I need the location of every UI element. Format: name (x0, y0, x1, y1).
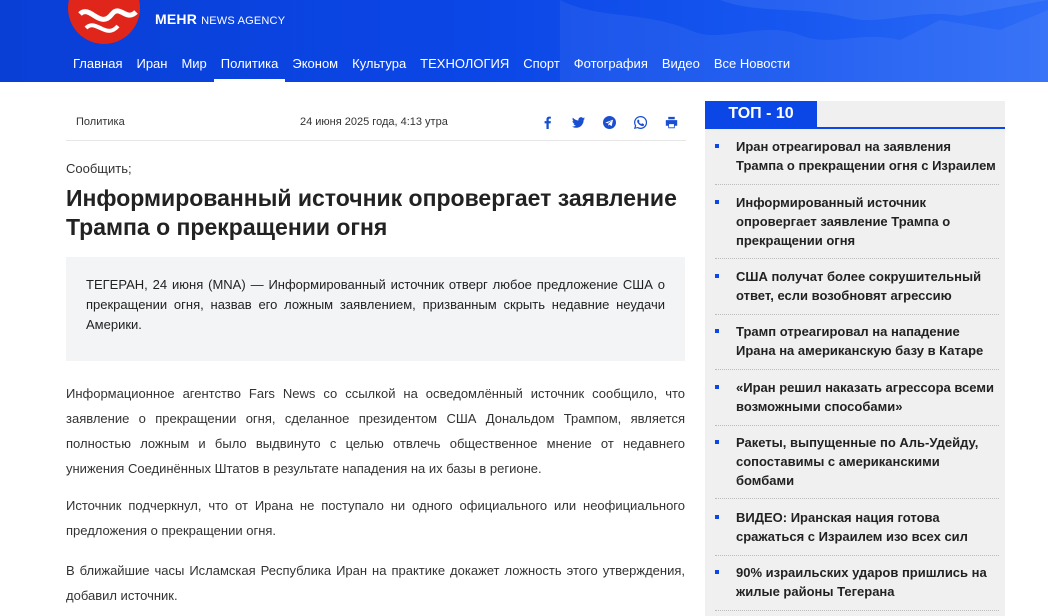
share-bar (532, 112, 687, 132)
list-item-title[interactable]: Иран отреагировал на заявления Трампа о … (736, 137, 999, 175)
article-lead: ТЕГЕРАН, 24 июня (MNA) — Информированный… (66, 257, 685, 361)
list-item-title[interactable]: ВИДЕО: Иранская нация готова сражаться с… (736, 508, 999, 546)
top-10-badge: ТОП - 10 (705, 101, 817, 127)
article-paragraph: В ближайшие часы Исламская Республика Ир… (66, 563, 685, 603)
list-item-title[interactable]: Ракеты, выпущенные по Аль-Удейду, сопост… (736, 433, 999, 490)
nav-item-video[interactable]: Видео (655, 47, 707, 82)
bullet-icon (715, 144, 719, 148)
mehr-logo[interactable] (66, 0, 148, 49)
bullet-icon (715, 440, 719, 444)
list-item-title[interactable]: США получат более сокрушительный ответ, … (736, 267, 999, 305)
nav-item-culture[interactable]: Культура (345, 47, 413, 82)
article-paragraph: Источник подчеркнул, что от Ирана не пос… (66, 498, 685, 538)
article-date: 24 июня 2025 года, 4:13 утра (300, 116, 448, 128)
article-kicker: Сообщить; (66, 161, 132, 176)
list-item[interactable]: США получат более сокрушительный ответ, … (715, 267, 999, 315)
list-item[interactable]: ВИДЕО: Иранская нация готова сражаться с… (715, 508, 999, 556)
list-item[interactable]: «Иран решил наказать агрессора всеми воз… (715, 378, 999, 426)
list-item[interactable]: Иран отреагировал на заявления Трампа о … (715, 137, 999, 185)
bullet-icon (715, 570, 719, 574)
nav-item-world[interactable]: Мир (174, 47, 213, 82)
bullet-icon (715, 385, 719, 389)
list-item-title[interactable]: «Иран решил наказать агрессора всеми воз… (736, 378, 999, 416)
brand-main: MEHR (155, 11, 198, 27)
nav-item-sport[interactable]: Спорт (516, 47, 567, 82)
brand-sub: NEWS AGENCY (201, 15, 286, 27)
list-item[interactable]: Информированный источник опровергает зая… (715, 193, 999, 259)
nav-item-economy[interactable]: Эконом (285, 47, 345, 82)
main-nav: Главная Иран Мир Политика Эконом Культур… (66, 47, 797, 82)
bullet-icon (715, 515, 719, 519)
list-item[interactable]: 90% израильских ударов пришлись на жилые… (715, 563, 999, 611)
bullet-icon (715, 200, 719, 204)
bullet-icon (715, 274, 719, 278)
list-item-title[interactable]: Информированный источник опровергает зая… (736, 193, 999, 250)
list-item[interactable]: Ракеты, выпущенные по Аль-Удейду, сопост… (715, 433, 999, 499)
article-meta: Политика 24 июня 2025 года, 4:13 утра (66, 103, 686, 141)
bullet-icon (715, 329, 719, 333)
facebook-icon[interactable] (532, 112, 563, 132)
site-header: MEHR NEWS AGENCY Главная Иран Мир Полити… (0, 0, 1048, 82)
nav-item-politics[interactable]: Политика (213, 47, 286, 82)
top-news-list: Иран отреагировал на заявления Трампа о … (705, 127, 1005, 616)
telegram-icon[interactable] (594, 112, 625, 132)
list-item-title[interactable]: 90% израильских ударов пришлись на жилые… (736, 563, 999, 601)
whatsapp-icon[interactable] (625, 112, 656, 132)
print-icon[interactable] (656, 112, 687, 132)
nav-item-photo[interactable]: Фотография (567, 47, 655, 82)
article-title: Информированный источник опровергает зая… (66, 185, 677, 240)
nav-item-home[interactable]: Главная (66, 47, 129, 82)
article-paragraph: Информационное агентство Fars News со сс… (66, 386, 685, 476)
nav-item-technology[interactable]: ТЕХНОЛОГИЯ (413, 47, 516, 82)
list-item[interactable]: Трамп отреагировал на нападение Ирана на… (715, 322, 999, 370)
list-item-title[interactable]: Трамп отреагировал на нападение Ирана на… (736, 322, 999, 360)
article-category[interactable]: Политика (76, 116, 125, 128)
top-news-sidebar: ТОП - 10 Иран отреагировал на заявления … (705, 101, 1005, 616)
nav-item-all-news[interactable]: Все Новости (707, 47, 797, 82)
nav-item-iran[interactable]: Иран (129, 47, 174, 82)
brand-name[interactable]: MEHR NEWS AGENCY (155, 11, 285, 27)
twitter-icon[interactable] (563, 112, 594, 132)
